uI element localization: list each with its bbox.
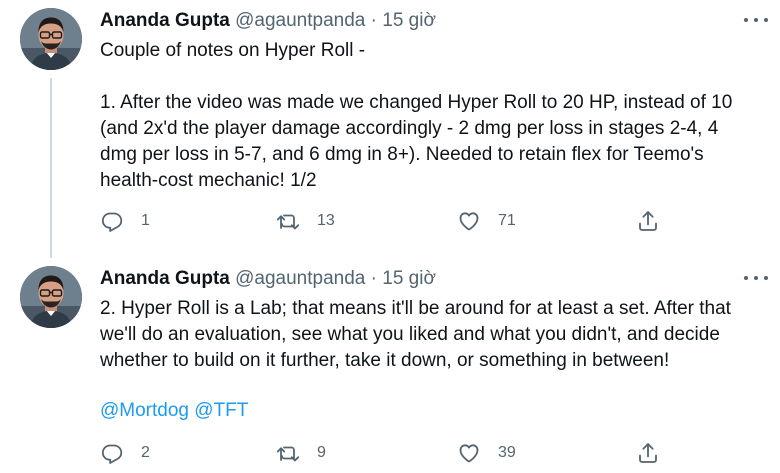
retweet-icon <box>276 214 300 230</box>
mention-link-mortdog[interactable]: @Mortdog <box>100 400 189 421</box>
like-count: 71 <box>498 212 516 229</box>
heart-icon <box>459 444 479 463</box>
tweet-header: Ananda Gupta @agauntpanda · 15 giờ <box>100 268 436 290</box>
tweet-actions: 1 13 71 <box>100 208 680 234</box>
author-name[interactable]: Ananda Gupta <box>100 10 230 31</box>
tweet-text: Couple of notes on Hyper Roll - 1. After… <box>100 40 733 191</box>
separator-dot: · <box>370 268 377 289</box>
reply-count: 2 <box>141 444 150 461</box>
retweet-count: 9 <box>317 444 326 461</box>
retweet-icon <box>276 446 300 462</box>
tweet[interactable]: Ananda Gupta @agauntpanda · 15 giờ Coupl… <box>0 0 780 252</box>
author-handle[interactable]: @agauntpanda <box>235 268 365 289</box>
mentions: @Mortdog @TFT <box>100 400 248 422</box>
author-handle[interactable]: @agauntpanda <box>235 10 365 31</box>
reply-icon <box>101 444 123 464</box>
heart-icon <box>459 212 479 231</box>
reply-icon <box>101 212 123 232</box>
tweet[interactable]: Ananda Gupta @agauntpanda · 15 giờ 2. Hy… <box>0 252 780 473</box>
share-icon <box>639 443 657 463</box>
separator-dot: · <box>370 10 377 31</box>
tweet-actions: 2 9 39 <box>100 440 680 466</box>
timestamp[interactable]: 15 giờ <box>382 268 436 289</box>
more-icon[interactable] <box>744 270 768 286</box>
avatar[interactable] <box>20 8 82 70</box>
retweet-button[interactable]: 9 <box>276 440 326 466</box>
timestamp[interactable]: 15 giờ <box>382 10 436 31</box>
share-button[interactable] <box>636 208 660 234</box>
tweet-text: 2. Hyper Roll is a Lab; that means it'll… <box>100 298 731 371</box>
mention-link-tft[interactable]: @TFT <box>194 400 248 421</box>
reply-button[interactable]: 1 <box>100 208 150 234</box>
more-icon[interactable] <box>744 12 768 28</box>
like-button[interactable]: 71 <box>457 208 516 234</box>
retweet-count: 13 <box>317 212 335 229</box>
like-button[interactable]: 39 <box>457 440 516 466</box>
share-icon <box>639 211 657 231</box>
author-name[interactable]: Ananda Gupta <box>100 268 230 289</box>
avatar[interactable] <box>20 266 82 328</box>
like-count: 39 <box>498 444 516 461</box>
reply-count: 1 <box>141 212 150 229</box>
tweet-header: Ananda Gupta @agauntpanda · 15 giờ <box>100 10 436 32</box>
retweet-button[interactable]: 13 <box>276 208 335 234</box>
reply-button[interactable]: 2 <box>100 440 150 466</box>
share-button[interactable] <box>636 440 660 466</box>
